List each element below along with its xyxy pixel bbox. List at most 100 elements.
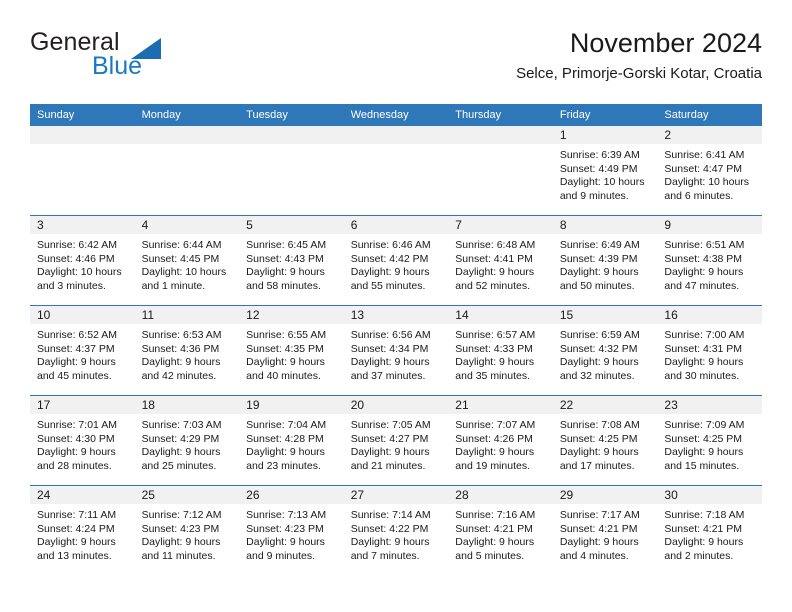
daylight-text: Daylight: 9 hours [141,356,221,369]
sunrise-text: Sunrise: 6:49 AM [559,239,640,251]
day-details: Sunrise: 7:09 AM Sunset: 4:25 PM Daylight:… [657,414,762,473]
daylight-text: Daylight: 9 hours [350,356,430,369]
daylight-text: Daylight: 9 hours [664,446,744,459]
sunset-text: Sunset: 4:30 PM [37,432,115,445]
date-band: 6 [343,216,449,234]
daylight-text: Daylight: 9 hours [350,266,430,279]
date-band: 20 [343,396,449,414]
date-band [239,126,344,144]
day-cell-3[interactable]: 3 Sunrise: 6:42 AM Sunset: 4:46 PM Daylight… [30,216,135,305]
date-number: 3 [37,218,44,232]
daylight-text: Daylight: 9 hours [141,536,221,549]
date-band: 30 [657,486,762,504]
day-details: Sunrise: 7:01 AM Sunset: 4:30 PM Daylight:… [30,414,135,473]
day-cell-16[interactable]: 16 Sunrise: 7:00 AM Sunset: 4:31 PM Dayligh… [657,306,762,395]
sunrise-text: Sunrise: 7:08 AM [559,419,640,431]
day-cell-13[interactable]: 13 Sunrise: 6:56 AM Sunset: 4:34 PM Dayligh… [343,306,449,395]
day-cell-30[interactable]: 30 Sunrise: 7:18 AM Sunset: 4:21 PM Dayligh… [657,486,762,575]
day-cell-2[interactable]: 2 Sunrise: 6:41 AM Sunset: 4:47 PM Daylight… [657,126,762,215]
day-cell-5[interactable]: 5 Sunrise: 6:45 AM Sunset: 4:43 PM Daylight… [239,216,344,305]
day-cell-28[interactable]: 28 Sunrise: 7:16 AM Sunset: 4:21 PM Dayligh… [448,486,553,575]
calendar-page: General Blue November 2024 Selce, Primor… [0,0,792,612]
date-band: 26 [239,486,344,504]
sunset-text: Sunset: 4:23 PM [141,522,220,535]
sunrise-text: Sunrise: 7:13 AM [246,509,327,521]
brand-logo[interactable]: General Blue [30,30,250,90]
daylight-text: and 28 minutes. [37,459,112,472]
day-cell-15[interactable]: 15 Sunrise: 6:59 AM Sunset: 4:32 PM Dayligh… [552,306,658,395]
weekday-header-saturday: Saturday [664,109,709,121]
day-details: Sunrise: 7:17 AM Sunset: 4:21 PM Daylight:… [553,504,658,563]
sunset-text: Sunset: 4:45 PM [141,252,220,265]
day-cell-21[interactable]: 21 Sunrise: 7:07 AM Sunset: 4:26 PM Dayligh… [448,396,553,485]
day-cell-29[interactable]: 29 Sunrise: 7:17 AM Sunset: 4:21 PM Dayligh… [552,486,658,575]
day-cell-8[interactable]: 8 Sunrise: 6:49 AM Sunset: 4:39 PM Daylight… [552,216,658,305]
day-details: Sunrise: 6:56 AM Sunset: 4:34 PM Daylight:… [344,324,449,383]
day-details: Sunrise: 6:52 AM Sunset: 4:37 PM Daylight:… [30,324,135,383]
day-cell-23[interactable]: 23 Sunrise: 7:09 AM Sunset: 4:25 PM Dayligh… [657,396,762,485]
daylight-text: and 45 minutes. [37,369,112,382]
date-band: 1 [552,126,658,144]
date-number: 21 [455,398,469,412]
day-cell-7[interactable]: 7 Sunrise: 6:48 AM Sunset: 4:41 PM Daylight… [448,216,553,305]
daylight-text: Daylight: 9 hours [559,356,639,369]
daylight-text: and 6 minutes. [664,189,734,202]
date-band: 12 [239,306,344,324]
date-band: 21 [448,396,553,414]
day-cell-1[interactable]: 1 Sunrise: 6:39 AM Sunset: 4:49 PM Daylight… [552,126,658,215]
sunrise-text: Sunrise: 7:11 AM [37,509,117,521]
sunset-text: Sunset: 4:49 PM [559,162,638,175]
date-number: 5 [246,218,253,232]
day-cell-22[interactable]: 22 Sunrise: 7:08 AM Sunset: 4:25 PM Dayligh… [552,396,658,485]
day-cell-4[interactable]: 4 Sunrise: 6:44 AM Sunset: 4:45 PM Daylight… [134,216,240,305]
sunset-text: Sunset: 4:39 PM [559,252,638,265]
day-cell-9[interactable]: 9 Sunrise: 6:51 AM Sunset: 4:38 PM Daylight… [657,216,762,305]
sunrise-text: Sunrise: 6:56 AM [350,329,431,341]
day-details: Sunrise: 7:16 AM Sunset: 4:21 PM Daylight:… [448,504,553,563]
calendar-weeks: 1 Sunrise: 6:39 AM Sunset: 4:49 PM Daylight… [30,126,762,575]
day-cell-12[interactable]: 12 Sunrise: 6:55 AM Sunset: 4:35 PM Dayligh… [239,306,344,395]
day-details: Sunrise: 6:53 AM Sunset: 4:36 PM Daylight:… [135,324,240,383]
day-cell-empty [448,126,553,215]
weekday-header-tuesday: Tuesday [246,109,288,121]
sunrise-text: Sunrise: 7:01 AM [37,419,117,431]
sunset-text: Sunset: 4:21 PM [664,522,743,535]
date-number: 11 [141,308,155,322]
day-details [448,144,553,149]
date-number: 27 [350,488,365,502]
weekday-header-row: Sunday Monday Tuesday Wednesday Thursday Frid… [30,104,762,126]
day-cell-10[interactable]: 10 Sunrise: 6:52 AM Sunset: 4:37 PM Dayligh… [30,306,135,395]
day-details: Sunrise: 7:03 AM Sunset: 4:29 PM Daylight:… [135,414,240,473]
daylight-text: and 15 minutes. [664,459,740,472]
sunset-text: Sunset: 4:32 PM [559,342,638,355]
sunset-text: Sunset: 4:21 PM [455,522,533,535]
date-band: 27 [343,486,449,504]
sunrise-text: Sunrise: 6:52 AM [37,329,117,341]
date-number: 19 [246,398,260,412]
date-number: 17 [37,398,51,412]
day-cell-6[interactable]: 6 Sunrise: 6:46 AM Sunset: 4:42 PM Daylight… [343,216,449,305]
date-number: 4 [141,218,149,232]
day-cell-26[interactable]: 26 Sunrise: 7:13 AM Sunset: 4:23 PM Dayligh… [239,486,344,575]
page-header: General Blue November 2024 Selce, Primor… [30,28,762,94]
day-cell-17[interactable]: 17 Sunrise: 7:01 AM Sunset: 4:30 PM Dayligh… [30,396,135,485]
day-cell-14[interactable]: 14 Sunrise: 6:57 AM Sunset: 4:33 PM Dayligh… [448,306,553,395]
day-cell-empty [134,126,240,215]
sunrise-text: Sunrise: 6:55 AM [246,329,327,341]
calendar-week-row: 1 Sunrise: 6:39 AM Sunset: 4:49 PM Daylight… [30,126,762,215]
daylight-text: Daylight: 9 hours [455,266,535,279]
day-cell-24[interactable]: 24 Sunrise: 7:11 AM Sunset: 4:24 PM Dayligh… [30,486,135,575]
day-cell-18[interactable]: 18 Sunrise: 7:03 AM Sunset: 4:29 PM Dayligh… [134,396,240,485]
date-band: 7 [448,216,553,234]
day-details [135,144,240,149]
day-cell-20[interactable]: 20 Sunrise: 7:05 AM Sunset: 4:27 PM Dayligh… [343,396,449,485]
day-cell-25[interactable]: 25 Sunrise: 7:12 AM Sunset: 4:23 PM Dayligh… [134,486,240,575]
calendar-grid: Sunday Monday Tuesday Wednesday Thursday Frid… [30,104,762,575]
daylight-text: Daylight: 9 hours [37,536,116,549]
day-cell-27[interactable]: 27 Sunrise: 7:14 AM Sunset: 4:22 PM Dayligh… [343,486,449,575]
day-cell-19[interactable]: 19 Sunrise: 7:04 AM Sunset: 4:28 PM Dayligh… [239,396,344,485]
calendar-week-row: 17 Sunrise: 7:01 AM Sunset: 4:30 PM Dayligh… [30,395,762,485]
date-number: 22 [559,398,574,412]
sunrise-text: Sunrise: 6:51 AM [664,239,745,251]
day-cell-11[interactable]: 11 Sunrise: 6:53 AM Sunset: 4:36 PM Dayligh… [134,306,240,395]
